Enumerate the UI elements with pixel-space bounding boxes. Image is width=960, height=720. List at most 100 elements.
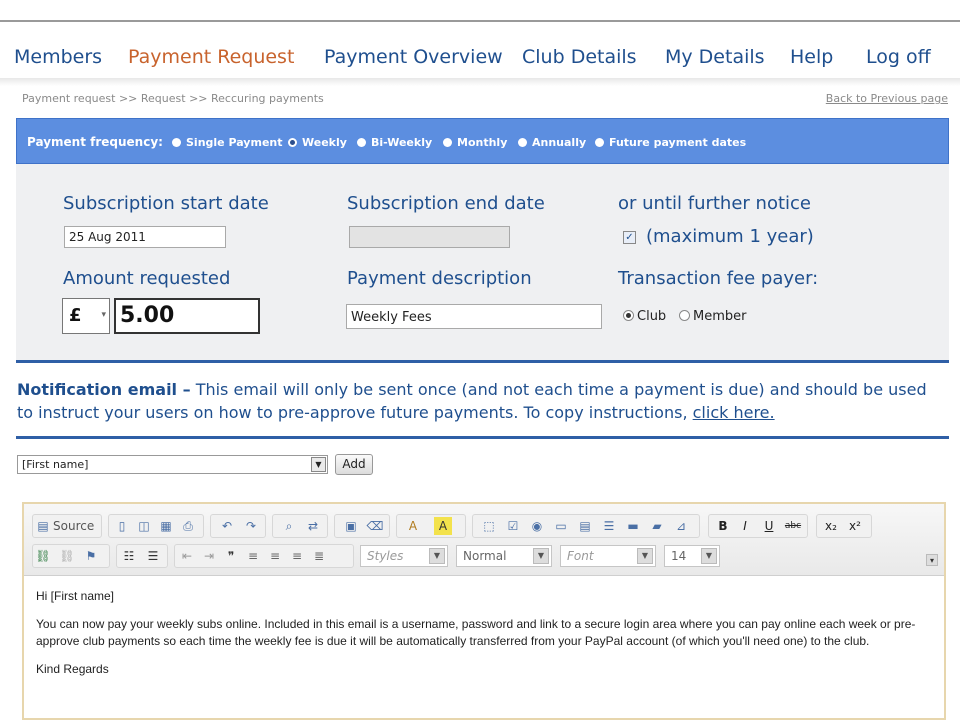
chevron-down-icon: ▼ <box>311 457 326 472</box>
nav-my-details[interactable]: My Details <box>665 46 765 68</box>
nav-payment-request[interactable]: Payment Request <box>128 46 294 68</box>
textarea-icon[interactable]: ▤ <box>576 517 594 535</box>
radio-selected-icon <box>623 310 634 321</box>
align-left-icon[interactable]: ≡ <box>244 547 262 565</box>
currency-select[interactable]: £ ▾ <box>62 298 110 334</box>
freq-weekly[interactable]: Weekly <box>288 136 347 149</box>
remove-format-icon[interactable]: ⌫ <box>366 517 384 535</box>
radio-icon <box>679 310 690 321</box>
template-icon[interactable]: ▦ <box>157 517 175 535</box>
chevron-down-icon: ▼ <box>533 548 549 564</box>
align-right-icon[interactable]: ≡ <box>288 547 306 565</box>
freq-monthly[interactable]: Monthly <box>443 136 507 149</box>
superscript-icon[interactable]: x² <box>846 517 864 535</box>
radio-icon <box>357 138 366 147</box>
amount-label: Amount requested <box>63 268 231 289</box>
fee-payer-club[interactable]: Club <box>623 309 666 324</box>
editor-content[interactable]: Hi [First name] You can now pay your wee… <box>36 588 934 689</box>
description-input[interactable]: Weekly Fees <box>346 304 602 329</box>
text-color-icon[interactable]: A <box>404 517 422 535</box>
nav-members[interactable]: Members <box>14 46 102 68</box>
freq-single-payment[interactable]: Single Payment <box>172 136 283 149</box>
preview-icon[interactable]: ◫ <box>135 517 153 535</box>
radio-icon <box>172 138 181 147</box>
font-size-dropdown[interactable]: 14 ▼ <box>664 545 720 567</box>
until-notice-checkbox[interactable]: ✓ <box>623 231 636 244</box>
bulleted-list-icon[interactable]: ☰ <box>144 547 162 565</box>
new-page-icon[interactable]: ▯ <box>113 517 131 535</box>
content-greeting: Hi [First name] <box>36 589 115 603</box>
nav-log-off[interactable]: Log off <box>866 46 931 68</box>
checkbox-icon[interactable]: ☑ <box>504 517 522 535</box>
blockquote-icon[interactable]: ❞ <box>222 547 240 565</box>
description-label: Payment description <box>347 268 532 289</box>
chevron-down-icon: ▼ <box>637 548 653 564</box>
button-icon[interactable]: ▬ <box>624 517 642 535</box>
start-date-label: Subscription start date <box>63 193 269 214</box>
content-body: You can now pay your weekly subs online.… <box>36 617 916 648</box>
anchor-icon[interactable]: ⚑ <box>82 547 100 565</box>
align-center-icon[interactable]: ≡ <box>266 547 284 565</box>
fee-payer-member[interactable]: Member <box>679 309 746 324</box>
fee-payer-label: Transaction fee payer: <box>618 268 819 289</box>
replace-icon[interactable]: ⇄ <box>304 517 322 535</box>
hidden-field-icon[interactable]: ⊿ <box>672 517 690 535</box>
end-date-input[interactable] <box>349 226 510 248</box>
breadcrumb: Payment request >> Request >> Reccuring … <box>22 92 324 105</box>
nav-club-details[interactable]: Club Details <box>522 46 637 68</box>
amount-input[interactable]: 5.00 <box>114 298 260 334</box>
editor-toolbar: ▤ Source ▯ ◫ ▦ ⎙ ↶ ↷ ⌕ ⇄ ▣ ⌫ A A ⬚ ☑ ◉ ▭… <box>24 504 944 576</box>
notification-email-notice: Notification email – This email will onl… <box>17 378 927 424</box>
redo-icon[interactable]: ↷ <box>242 517 260 535</box>
italic-icon[interactable]: I <box>736 517 754 535</box>
link-icon[interactable]: ⛓ <box>34 547 52 565</box>
text-field-icon[interactable]: ▭ <box>552 517 570 535</box>
section-divider <box>16 360 949 363</box>
subscript-icon[interactable]: x₂ <box>822 517 840 535</box>
payment-frequency-label: Payment frequency: <box>27 135 163 149</box>
select-field-icon[interactable]: ☰ <box>600 517 618 535</box>
back-to-previous-link[interactable]: Back to Previous page <box>826 92 948 105</box>
content-signoff: Kind Regards <box>36 662 109 676</box>
source-button[interactable]: Source <box>53 519 94 533</box>
find-icon[interactable]: ⌕ <box>280 517 298 535</box>
copy-instructions-link[interactable]: click here. <box>693 403 775 422</box>
underline-icon[interactable]: U <box>760 517 778 535</box>
background-color-icon[interactable]: A <box>434 517 452 535</box>
print-icon[interactable]: ⎙ <box>179 517 197 535</box>
unlink-icon[interactable]: ⛓ <box>58 547 76 565</box>
field-select[interactable]: [First name] ▼ <box>17 455 328 474</box>
undo-icon[interactable]: ↶ <box>218 517 236 535</box>
field-select-value: [First name] <box>22 458 89 471</box>
source-icon: ▤ <box>37 519 49 533</box>
freq-annually[interactable]: Annually <box>518 136 586 149</box>
chevron-down-icon: ▼ <box>701 548 717 564</box>
nav-help[interactable]: Help <box>790 46 833 68</box>
indent-icon[interactable]: ⇥ <box>200 547 218 565</box>
form-icon[interactable]: ⬚ <box>480 517 498 535</box>
payment-frequency-bar: Payment frequency: Single Payment Weekly… <box>16 118 949 164</box>
select-all-icon[interactable]: ▣ <box>342 517 360 535</box>
add-field-button[interactable]: Add <box>335 454 373 475</box>
top-divider <box>0 20 960 22</box>
bold-icon[interactable]: B <box>714 517 732 535</box>
chevron-down-icon: ▼ <box>429 548 445 564</box>
nav-payment-overview[interactable]: Payment Overview <box>324 46 503 68</box>
email-editor: ▤ Source ▯ ◫ ▦ ⎙ ↶ ↷ ⌕ ⇄ ▣ ⌫ A A ⬚ ☑ ◉ ▭… <box>22 502 946 720</box>
numbered-list-icon[interactable]: ☷ <box>120 547 138 565</box>
radio-icon <box>518 138 527 147</box>
radio-button-icon[interactable]: ◉ <box>528 517 546 535</box>
start-date-input[interactable]: 25 Aug 2011 <box>64 226 226 248</box>
outdent-icon[interactable]: ⇤ <box>178 547 196 565</box>
font-dropdown[interactable]: Font ▼ <box>560 545 656 567</box>
freq-future-dates[interactable]: Future payment dates <box>595 136 746 149</box>
freq-bi-weekly[interactable]: Bi-Weekly <box>357 136 432 149</box>
justify-icon[interactable]: ≣ <box>310 547 328 565</box>
chevron-down-icon: ▾ <box>101 310 106 320</box>
styles-dropdown[interactable]: Styles ▼ <box>360 545 448 567</box>
collapse-toolbar-icon[interactable]: ▾ <box>926 554 938 566</box>
nav-shadow <box>0 78 960 86</box>
image-button-icon[interactable]: ▰ <box>648 517 666 535</box>
strikethrough-icon[interactable]: abc <box>784 517 802 535</box>
format-dropdown[interactable]: Normal ▼ <box>456 545 552 567</box>
